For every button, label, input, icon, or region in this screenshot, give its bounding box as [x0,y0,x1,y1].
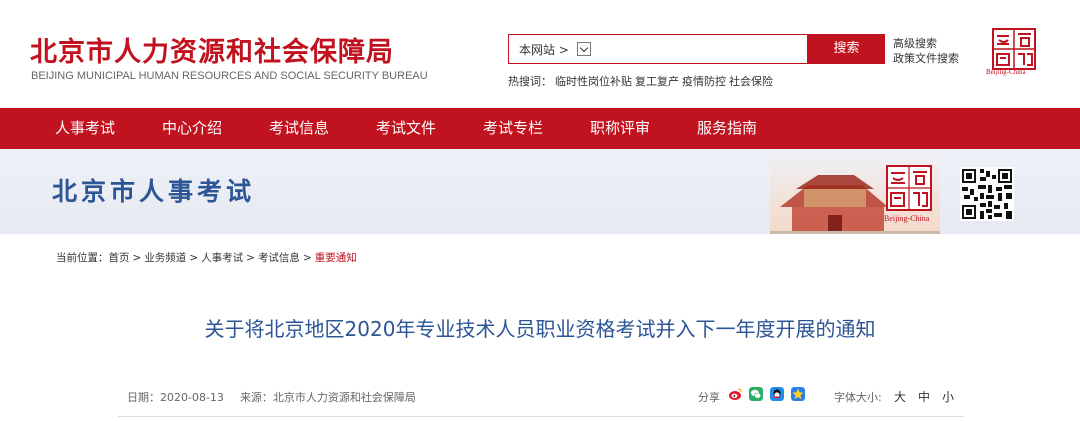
breadcrumb: 当前位置：首页 > 业务频道 > 人事考试 > 考试信息 > 重要通知 [56,250,357,265]
nav-item-center[interactable]: 中心介绍 [162,108,222,149]
search-button[interactable]: 搜索 [808,34,885,64]
meta-divider [118,416,964,417]
nav-item-exam-docs[interactable]: 考试文件 [376,108,436,149]
banner-logo-caption: Beijing-China [884,214,930,223]
qzone-icon[interactable] [791,387,805,401]
breadcrumb-current[interactable]: 重要通知 [315,252,357,264]
breadcrumb-link-exam-info[interactable]: 考试信息 [258,252,300,264]
article-title: 关于将北京地区2020年专业技术人员职业资格考试并入下一年度开展的通知 [204,317,876,341]
main-nav: 人事考试 中心介绍 考试信息 考试文件 考试专栏 职称评审 服务指南 [0,108,1080,149]
font-size-large-button[interactable]: 大 [894,388,906,405]
search-links: 高级搜索 政策文件搜索 [893,36,959,66]
hotwords-label: 热搜词： [508,75,552,88]
qr-code-icon[interactable] [960,167,1014,221]
breadcrumb-link-home[interactable]: 首页 [109,252,130,264]
font-size-label: 字体大小: [834,391,882,404]
breadcrumb-link-business[interactable]: 业务频道 [144,252,186,264]
breadcrumb-separator: > [132,252,142,264]
site-subtitle: BEIJING MUNICIPAL HUMAN RESOURCES AND SO… [31,70,428,82]
hot-search-words: 热搜词： 临时性岗位补贴 复工复产 疫情防控 社会保险 [508,73,776,89]
page: 北京市人力资源和社会保障局 BEIJING MUNICIPAL HUMAN RE… [0,0,1080,421]
nav-item-title-review[interactable]: 职称评审 [590,108,650,149]
site-header: 北京市人力资源和社会保障局 BEIJING MUNICIPAL HUMAN RE… [0,0,1080,108]
article-meta: 日期：2020-08-13 来源：北京市人力资源和社会保障局 [127,389,416,405]
hotword-link[interactable]: 复工复产 [635,75,679,88]
breadcrumb-label: 当前位置： [56,252,109,264]
share-label: 分享 [698,391,720,404]
article-source: 来源：北京市人力资源和社会保障局 [239,391,416,404]
breadcrumb-separator: > [246,252,255,264]
banner: 北京市人事考试 Beijing-China [0,149,1080,234]
weibo-icon[interactable] [728,387,742,401]
breadcrumb-link-personnel-exam[interactable]: 人事考试 [201,252,243,264]
site-title[interactable]: 北京市人力资源和社会保障局 [30,30,394,69]
search-input[interactable]: 本网站 > [508,34,808,64]
hotword-link[interactable]: 疫情防控 [682,75,726,88]
search-scope-label: 本网站 > [519,43,569,57]
font-size-medium-button[interactable]: 中 [918,388,930,405]
nav-item-exam-info[interactable]: 考试信息 [269,108,329,149]
advanced-search-link[interactable]: 高级搜索 [893,36,959,51]
nav-item-service-guide[interactable]: 服务指南 [697,108,757,149]
article-date: 日期：2020-08-13 [127,391,224,404]
banner-title: 北京市人事考试 [52,177,256,206]
breadcrumb-separator: > [302,252,312,264]
logo-caption: Beijing-China [986,68,1026,76]
font-size-small-button[interactable]: 小 [942,388,954,405]
search-scope-dropdown[interactable] [577,42,591,56]
hotword-link[interactable]: 社会保险 [729,75,773,88]
qq-icon[interactable] [770,387,784,401]
nav-item-exam[interactable]: 人事考试 [55,108,115,149]
policy-search-link[interactable]: 政策文件搜索 [893,51,959,66]
hotword-link[interactable]: 临时性岗位补贴 [555,75,632,88]
breadcrumb-separator: > [189,252,199,264]
wechat-icon[interactable] [749,387,763,401]
nav-item-exam-column[interactable]: 考试专栏 [483,108,543,149]
